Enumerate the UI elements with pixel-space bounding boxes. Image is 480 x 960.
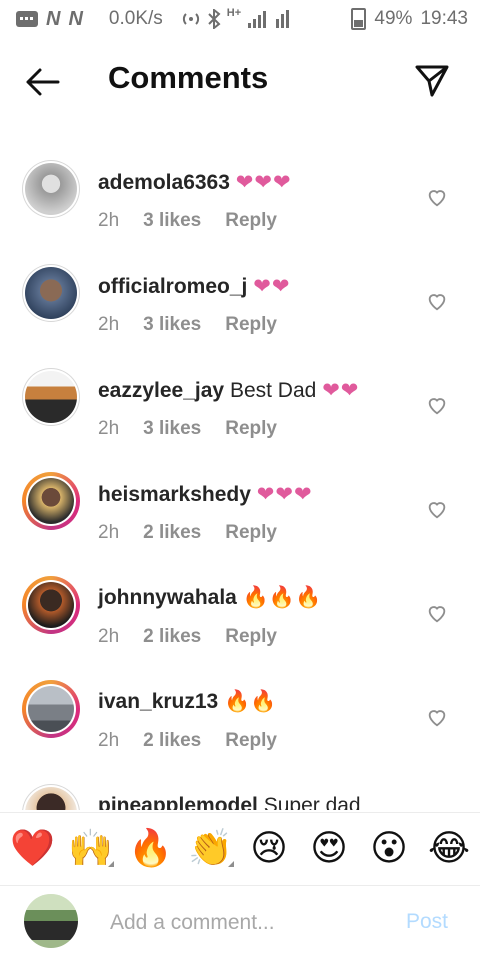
comment-username[interactable]: ademola6363 — [98, 171, 230, 194]
comment-row: johnnywahala 🔥🔥🔥 2h 2 likes Reply — [0, 562, 480, 666]
comment-text: pineapplemodel Super dad — [98, 794, 361, 810]
raised-hands-emoji-button[interactable]: 🙌 — [68, 827, 114, 869]
comment-meta: 2h 2 likes Reply — [98, 730, 277, 752]
comment-text: eazzylee_jay Best Dad ❤❤ — [98, 378, 359, 403]
carrier-mark-1: N — [46, 7, 61, 30]
reply-button[interactable]: Reply — [225, 314, 277, 336]
comment-text: heismarkshedy ❤❤❤ — [98, 482, 313, 507]
avatar[interactable] — [22, 784, 80, 810]
emoji-quick-bar: ❤️ 🙌 🔥 👏 😢 😍 😮 😂 — [0, 812, 480, 886]
comment-row: ademola6363 ❤❤❤ 2h 3 likes Reply — [0, 146, 480, 250]
comment-input[interactable] — [108, 906, 392, 940]
comment-time: 2h — [98, 730, 120, 751]
avatar-story-ring[interactable] — [22, 472, 80, 530]
like-heart-icon[interactable] — [426, 290, 448, 312]
comment-username[interactable]: officialromeo_j — [98, 275, 247, 298]
comment-time: 2h — [98, 314, 120, 335]
avatar[interactable] — [22, 368, 80, 426]
comment-likes[interactable]: 2 likes — [143, 522, 201, 544]
crying-emoji-button[interactable]: 😢 — [248, 827, 290, 869]
like-heart-icon[interactable] — [426, 706, 448, 728]
battery-level: 49% — [374, 8, 413, 29]
comment-time: 2h — [98, 522, 120, 543]
back-arrow-icon[interactable] — [22, 62, 62, 102]
reply-button[interactable]: Reply — [225, 626, 277, 648]
reply-button[interactable]: Reply — [225, 522, 277, 544]
heart-emoji: ❤❤❤ — [235, 171, 292, 194]
header: Comments — [0, 38, 480, 122]
comment-username[interactable]: pineapplemodel — [98, 794, 258, 810]
carrier-mark-2: N — [68, 7, 83, 30]
network-speed: 0.0K/s — [108, 8, 163, 29]
comment-likes[interactable]: 2 likes — [143, 626, 201, 648]
comment-meta: 2h 3 likes Reply — [98, 314, 277, 336]
signal-icon-1 — [248, 11, 267, 28]
avatar[interactable] — [22, 160, 80, 218]
send-icon[interactable] — [412, 60, 452, 100]
heart-emoji: ❤❤ — [253, 275, 291, 298]
avatar-story-ring[interactable] — [22, 576, 80, 634]
page-title: Comments — [108, 60, 269, 95]
comment-meta: 2h 2 likes Reply — [98, 626, 277, 648]
like-heart-icon[interactable] — [426, 602, 448, 624]
avatar-story-ring[interactable] — [22, 680, 80, 738]
comment-text: ademola6363 ❤❤❤ — [98, 170, 292, 195]
network-type: H+ — [226, 7, 242, 19]
fire-emoji-button[interactable]: 🔥 — [128, 827, 173, 869]
comment-text: officialromeo_j ❤❤ — [98, 274, 290, 299]
heart-eyes-emoji-button[interactable]: 😍 — [308, 827, 350, 869]
comment-body: Super dad — [263, 794, 361, 810]
fire-emoji: 🔥🔥🔥 — [242, 586, 322, 609]
comment-time: 2h — [98, 210, 120, 231]
fire-emoji: 🔥🔥 — [224, 690, 277, 713]
hotspot-icon — [182, 13, 199, 25]
comment-likes[interactable]: 3 likes — [143, 314, 201, 336]
post-button[interactable]: Post — [406, 910, 448, 934]
heart-emoji: ❤❤ — [322, 379, 360, 402]
current-user-avatar — [24, 894, 78, 948]
comment-likes[interactable]: 2 likes — [143, 730, 201, 752]
comment-row: heismarkshedy ❤❤❤ 2h 2 likes Reply — [0, 458, 480, 562]
laughing-emoji-button[interactable]: 😂 — [428, 827, 470, 869]
comment-likes[interactable]: 3 likes — [143, 418, 201, 440]
comment-body: Best Dad — [229, 379, 317, 402]
comment-username[interactable]: heismarkshedy — [98, 483, 251, 506]
comment-meta: 2h 3 likes Reply — [98, 210, 277, 232]
comment-row: eazzylee_jay Best Dad ❤❤ 2h 3 likes Reply — [0, 354, 480, 458]
heart-emoji: ❤❤❤ — [256, 483, 313, 506]
comment-meta: 2h 2 likes Reply — [98, 522, 277, 544]
comment-time: 2h — [98, 418, 120, 439]
signal-icon-2 — [276, 10, 290, 28]
comment-composer: Post — [0, 884, 480, 960]
like-heart-icon[interactable] — [426, 498, 448, 520]
message-icon — [16, 11, 38, 27]
comment-row: officialromeo_j ❤❤ 2h 3 likes Reply — [0, 250, 480, 354]
comment-text: ivan_kruz13 🔥🔥 — [98, 690, 276, 714]
battery-icon — [351, 8, 367, 30]
status-bar: N N 0.0K/s H+ 49% 19:43 — [0, 0, 480, 38]
comment-likes[interactable]: 3 likes — [143, 210, 201, 232]
comment-username[interactable]: johnnywahala — [98, 586, 237, 609]
clock: 19:43 — [420, 8, 468, 29]
bluetooth-icon — [208, 9, 221, 29]
comments-list[interactable]: ademola6363 ❤❤❤ 2h 3 likes Reply officialr… — [0, 136, 480, 810]
heart-emoji-button[interactable]: ❤️ — [10, 827, 55, 869]
comment-username[interactable]: eazzylee_jay — [98, 379, 224, 402]
reply-button[interactable]: Reply — [225, 730, 277, 752]
comment-username[interactable]: ivan_kruz13 — [98, 690, 218, 713]
clap-emoji-button[interactable]: 👏 — [188, 827, 234, 869]
reply-button[interactable]: Reply — [225, 418, 277, 440]
like-heart-icon[interactable] — [426, 394, 448, 416]
comment-text: johnnywahala 🔥🔥🔥 — [98, 586, 321, 610]
like-heart-icon[interactable] — [426, 186, 448, 208]
comment-meta: 2h 3 likes Reply — [98, 418, 277, 440]
comment-row: ivan_kruz13 🔥🔥 2h 2 likes Reply — [0, 666, 480, 770]
avatar[interactable] — [22, 264, 80, 322]
comment-row: pineapplemodel Super dad — [0, 770, 480, 810]
reply-button[interactable]: Reply — [225, 210, 277, 232]
comment-time: 2h — [98, 626, 120, 647]
surprised-emoji-button[interactable]: 😮 — [368, 827, 410, 869]
